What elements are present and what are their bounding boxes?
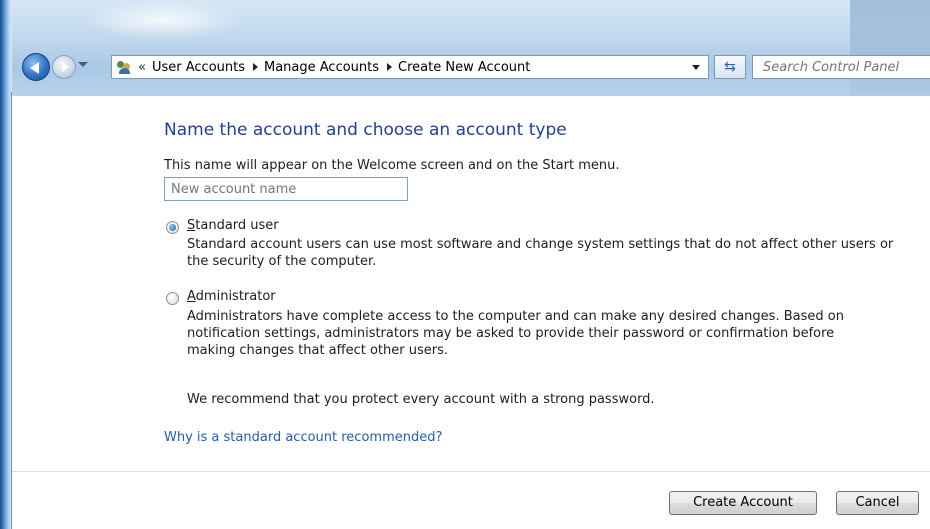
page-title: Name the account and choose an account t…: [164, 120, 567, 140]
back-button[interactable]: [22, 53, 50, 81]
breadcrumb-create-new-account[interactable]: Create New Account: [398, 60, 530, 75]
account-name-input[interactable]: [164, 177, 408, 201]
breadcrumb-overflow-chevron[interactable]: «: [138, 60, 146, 75]
refresh-button[interactable]: ⇆: [714, 55, 746, 79]
footer-divider: [12, 471, 930, 472]
password-recommendation: We recommend that you protect every acco…: [187, 392, 655, 407]
breadcrumb-arrow-icon[interactable]: [253, 63, 258, 71]
standard-user-description: Standard account users can use most soft…: [187, 237, 894, 269]
user-accounts-icon: [116, 59, 132, 75]
address-bar[interactable]: « User Accounts Manage Accounts Create N…: [111, 55, 709, 79]
administrator-radio[interactable]: [166, 292, 179, 305]
administrator-label[interactable]: Administrator: [187, 289, 276, 304]
breadcrumb-manage-accounts[interactable]: Manage Accounts: [264, 60, 379, 75]
standard-account-help-link[interactable]: Why is a standard account recommended?: [164, 430, 442, 445]
standard-user-radio[interactable]: [166, 221, 179, 234]
create-account-button[interactable]: Create Account: [669, 491, 817, 515]
refresh-icon: ⇆: [724, 59, 736, 75]
cancel-button[interactable]: Cancel: [836, 491, 919, 515]
forward-button[interactable]: [52, 55, 76, 79]
window-frame-left: [0, 0, 12, 529]
standard-user-label[interactable]: Standard user: [187, 218, 279, 233]
breadcrumb-arrow-icon[interactable]: [387, 63, 393, 71]
page-subtext: This name will appear on the Welcome scr…: [164, 158, 620, 173]
breadcrumb-user-accounts[interactable]: User Accounts: [152, 60, 245, 75]
administrator-description: Administrators have complete access to t…: [187, 309, 844, 358]
address-history-dropdown-icon[interactable]: [692, 65, 700, 70]
recent-pages-dropdown[interactable]: [78, 62, 88, 67]
title-bar-glass: [12, 0, 930, 96]
search-input[interactable]: [752, 55, 930, 79]
